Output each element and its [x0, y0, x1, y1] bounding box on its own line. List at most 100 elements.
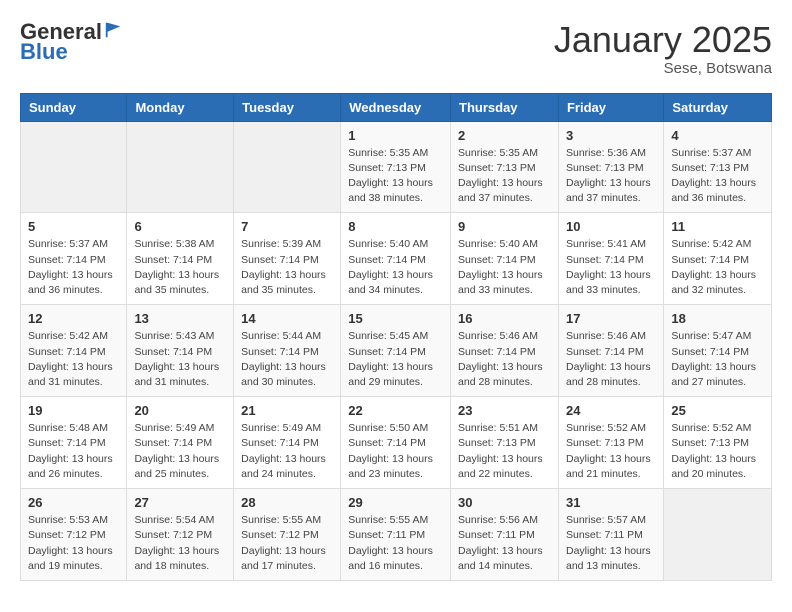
calendar-week-row: 1Sunrise: 5:35 AMSunset: 7:13 PMDaylight…: [21, 121, 772, 213]
calendar-cell: 13 Sunrise: 5:43 AMSunset: 7:14 PMDayligh…: [127, 305, 234, 397]
day-info: Sunrise: 5:49 AMSunset: 7:14 PMDaylight:…: [241, 421, 333, 482]
day-info: Sunrise: 5:35 AMSunset: 7:13 PMDaylight:…: [348, 146, 443, 207]
day-info: Sunrise: 5:43 AMSunset: 7:14 PMDaylight:…: [134, 329, 226, 390]
calendar-cell: 27Sunrise: 5:54 AMSunset: 7:12 PMDayligh…: [127, 489, 234, 581]
calendar-cell: 18 Sunrise: 5:47 AMSunset: 7:14 PMDayligh…: [664, 305, 772, 397]
calendar-cell: 30Sunrise: 5:56 AMSunset: 7:11 PMDayligh…: [451, 489, 559, 581]
calendar-cell: 16 Sunrise: 5:46 AMSunset: 7:14 PMDayligh…: [451, 305, 559, 397]
day-number: 24: [566, 403, 656, 418]
calendar-cell: 4Sunrise: 5:37 AMSunset: 7:13 PMDaylight…: [664, 121, 772, 213]
calendar-cell: 5 Sunrise: 5:37 AMSunset: 7:14 PMDaylight…: [21, 213, 127, 305]
day-info: Sunrise: 5:47 AMSunset: 7:14 PMDaylight:…: [671, 329, 764, 390]
calendar-cell: [127, 121, 234, 213]
weekday-header-tuesday: Tuesday: [234, 93, 341, 121]
calendar-week-row: 19 Sunrise: 5:48 AMSunset: 7:14 PMDayligh…: [21, 397, 772, 489]
day-info: Sunrise: 5:40 AMSunset: 7:14 PMDaylight:…: [458, 237, 551, 298]
calendar-cell: 6Sunrise: 5:38 AMSunset: 7:14 PMDaylight…: [127, 213, 234, 305]
day-info: Sunrise: 5:40 AMSunset: 7:14 PMDaylight:…: [348, 237, 443, 298]
calendar-table: SundayMondayTuesdayWednesdayThursdayFrid…: [20, 93, 772, 581]
day-info: Sunrise: 5:36 AMSunset: 7:13 PMDaylight:…: [566, 146, 656, 207]
calendar-cell: 20 Sunrise: 5:49 AMSunset: 7:14 PMDayligh…: [127, 397, 234, 489]
weekday-header-wednesday: Wednesday: [341, 93, 451, 121]
calendar-cell: 22Sunrise: 5:50 AMSunset: 7:14 PMDayligh…: [341, 397, 451, 489]
calendar-week-row: 12 Sunrise: 5:42 AMSunset: 7:14 PMDayligh…: [21, 305, 772, 397]
day-info: Sunrise: 5:41 AMSunset: 7:14 PMDaylight:…: [566, 237, 656, 298]
day-info: Sunrise: 5:35 AMSunset: 7:13 PMDaylight:…: [458, 146, 551, 207]
calendar-title: January 2025: [554, 20, 772, 60]
day-info: Sunrise: 5:53 AMSunset: 7:12 PMDaylight:…: [28, 513, 119, 574]
logo: General Blue: [20, 20, 122, 64]
day-info: Sunrise: 5:45 AMSunset: 7:14 PMDaylight:…: [348, 329, 443, 390]
calendar-cell: 26Sunrise: 5:53 AMSunset: 7:12 PMDayligh…: [21, 489, 127, 581]
day-number: 12: [28, 311, 119, 326]
weekday-header-sunday: Sunday: [21, 93, 127, 121]
weekday-header-row: SundayMondayTuesdayWednesdayThursdayFrid…: [21, 93, 772, 121]
day-info: Sunrise: 5:52 AMSunset: 7:13 PMDaylight:…: [671, 421, 764, 482]
day-number: 25: [671, 403, 764, 418]
calendar-cell: 23Sunrise: 5:51 AMSunset: 7:13 PMDayligh…: [451, 397, 559, 489]
day-number: 4: [671, 128, 764, 143]
calendar-cell: 21 Sunrise: 5:49 AMSunset: 7:14 PMDayligh…: [234, 397, 341, 489]
calendar-cell: 19 Sunrise: 5:48 AMSunset: 7:14 PMDayligh…: [21, 397, 127, 489]
day-number: 11: [671, 219, 764, 234]
day-number: 2: [458, 128, 551, 143]
day-info: Sunrise: 5:56 AMSunset: 7:11 PMDaylight:…: [458, 513, 551, 574]
day-info: Sunrise: 5:42 AMSunset: 7:14 PMDaylight:…: [671, 237, 764, 298]
logo-flag-icon: [104, 21, 122, 39]
day-number: 8: [348, 219, 443, 234]
day-number: 20: [134, 403, 226, 418]
calendar-cell: [21, 121, 127, 213]
weekday-header-thursday: Thursday: [451, 93, 559, 121]
day-number: 23: [458, 403, 551, 418]
day-info: Sunrise: 5:42 AMSunset: 7:14 PMDaylight:…: [28, 329, 119, 390]
calendar-cell: 1Sunrise: 5:35 AMSunset: 7:13 PMDaylight…: [341, 121, 451, 213]
calendar-cell: 8 Sunrise: 5:40 AMSunset: 7:14 PMDaylight…: [341, 213, 451, 305]
calendar-cell: 15 Sunrise: 5:45 AMSunset: 7:14 PMDayligh…: [341, 305, 451, 397]
weekday-header-monday: Monday: [127, 93, 234, 121]
day-number: 9: [458, 219, 551, 234]
day-number: 5: [28, 219, 119, 234]
day-number: 7: [241, 219, 333, 234]
day-info: Sunrise: 5:37 AMSunset: 7:14 PMDaylight:…: [28, 237, 119, 298]
calendar-cell: 24 Sunrise: 5:52 AMSunset: 7:13 PMDayligh…: [558, 397, 663, 489]
day-number: 28: [241, 495, 333, 510]
day-info: Sunrise: 5:54 AMSunset: 7:12 PMDaylight:…: [134, 513, 226, 574]
day-number: 29: [348, 495, 443, 510]
calendar-cell: [664, 489, 772, 581]
day-number: 13: [134, 311, 226, 326]
calendar-cell: [234, 121, 341, 213]
day-number: 15: [348, 311, 443, 326]
calendar-cell: 7Sunrise: 5:39 AMSunset: 7:14 PMDaylight…: [234, 213, 341, 305]
calendar-cell: 2 Sunrise: 5:35 AMSunset: 7:13 PMDaylight…: [451, 121, 559, 213]
calendar-cell: 28 Sunrise: 5:55 AMSunset: 7:12 PMDayligh…: [234, 489, 341, 581]
calendar-cell: 14 Sunrise: 5:44 AMSunset: 7:14 PMDayligh…: [234, 305, 341, 397]
title-block: January 2025 Sese, Botswana: [554, 20, 772, 77]
logo-blue-text: Blue: [20, 39, 68, 64]
calendar-cell: 17Sunrise: 5:46 AMSunset: 7:14 PMDayligh…: [558, 305, 663, 397]
day-number: 19: [28, 403, 119, 418]
day-info: Sunrise: 5:46 AMSunset: 7:14 PMDaylight:…: [458, 329, 551, 390]
day-number: 21: [241, 403, 333, 418]
day-info: Sunrise: 5:55 AMSunset: 7:11 PMDaylight:…: [348, 513, 443, 574]
day-number: 18: [671, 311, 764, 326]
day-number: 16: [458, 311, 551, 326]
day-info: Sunrise: 5:46 AMSunset: 7:14 PMDaylight:…: [566, 329, 656, 390]
day-info: Sunrise: 5:57 AMSunset: 7:11 PMDaylight:…: [566, 513, 656, 574]
day-info: Sunrise: 5:38 AMSunset: 7:14 PMDaylight:…: [134, 237, 226, 298]
calendar-subtitle: Sese, Botswana: [554, 60, 772, 77]
day-number: 3: [566, 128, 656, 143]
calendar-cell: 29 Sunrise: 5:55 AMSunset: 7:11 PMDayligh…: [341, 489, 451, 581]
day-number: 31: [566, 495, 656, 510]
day-number: 22: [348, 403, 443, 418]
day-info: Sunrise: 5:52 AMSunset: 7:13 PMDaylight:…: [566, 421, 656, 482]
day-number: 14: [241, 311, 333, 326]
page-header: General Blue January 2025 Sese, Botswana: [20, 20, 772, 77]
day-info: Sunrise: 5:44 AMSunset: 7:14 PMDaylight:…: [241, 329, 333, 390]
calendar-cell: 31 Sunrise: 5:57 AMSunset: 7:11 PMDayligh…: [558, 489, 663, 581]
day-info: Sunrise: 5:55 AMSunset: 7:12 PMDaylight:…: [241, 513, 333, 574]
calendar-week-row: 26Sunrise: 5:53 AMSunset: 7:12 PMDayligh…: [21, 489, 772, 581]
day-info: Sunrise: 5:48 AMSunset: 7:14 PMDaylight:…: [28, 421, 119, 482]
calendar-cell: 25 Sunrise: 5:52 AMSunset: 7:13 PMDayligh…: [664, 397, 772, 489]
calendar-cell: 11 Sunrise: 5:42 AMSunset: 7:14 PMDayligh…: [664, 213, 772, 305]
day-info: Sunrise: 5:49 AMSunset: 7:14 PMDaylight:…: [134, 421, 226, 482]
